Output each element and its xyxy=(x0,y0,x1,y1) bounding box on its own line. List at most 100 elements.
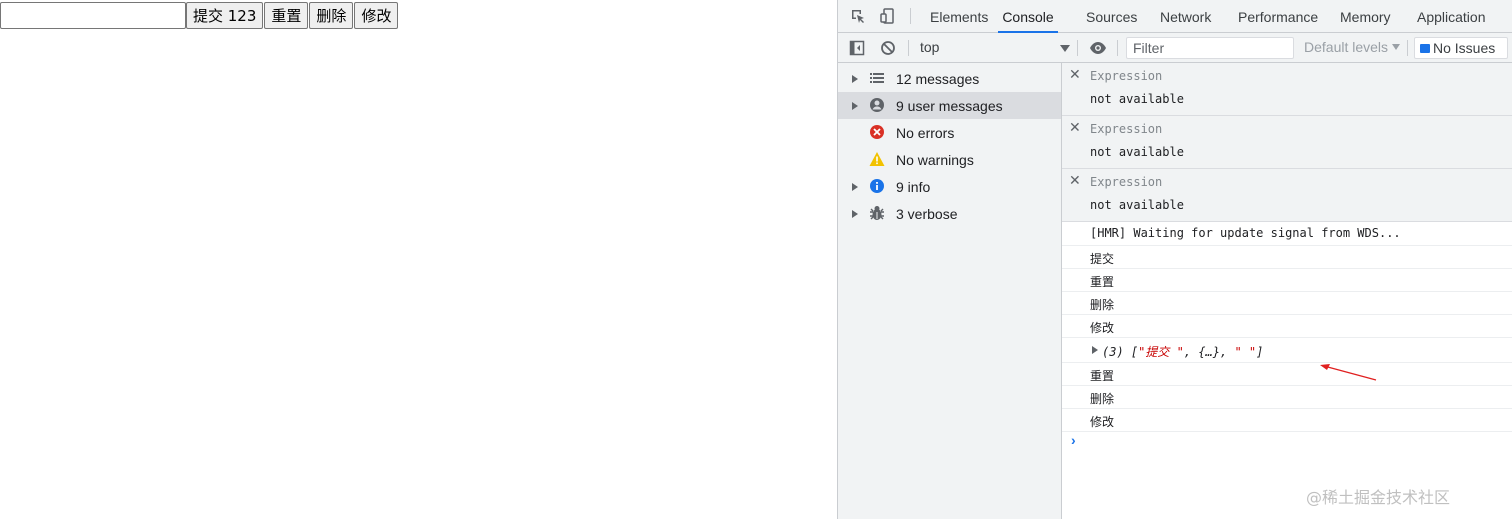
issues-button[interactable]: No Issues xyxy=(1414,37,1508,59)
expression-label[interactable]: Expression xyxy=(1090,122,1162,136)
tab-memory[interactable]: Memory xyxy=(1340,0,1391,33)
log-text: [HMR] Waiting for update signal from WDS… xyxy=(1090,226,1401,240)
live-expression: ✕ Expression not available xyxy=(1062,169,1512,222)
delete-button[interactable]: 删除 xyxy=(309,2,354,29)
console-log-row: 修改 xyxy=(1062,315,1512,338)
console-log-row-array[interactable]: (3) ["提交 ", {…}, " "] xyxy=(1062,338,1512,363)
console-log-row: 修改 xyxy=(1062,409,1512,432)
eye-icon[interactable] xyxy=(1089,40,1107,56)
warning-icon xyxy=(869,152,885,166)
tab-performance[interactable]: Performance xyxy=(1238,0,1318,33)
console-log-row: 重置 xyxy=(1062,363,1512,386)
sidebar-item-user-messages[interactable]: 9 user messages xyxy=(838,92,1061,119)
array-separator: , xyxy=(1219,345,1235,359)
console-prompt-icon[interactable]: › xyxy=(1071,432,1076,448)
tab-sources[interactable]: Sources xyxy=(1086,0,1137,33)
tab-application[interactable]: Application xyxy=(1417,0,1486,33)
issues-label: No Issues xyxy=(1433,40,1496,56)
annotation-arrow-icon xyxy=(1320,364,1377,381)
close-icon[interactable]: ✕ xyxy=(1069,119,1081,136)
live-expression: ✕ Expression not available xyxy=(1062,63,1512,116)
context-select[interactable]: top xyxy=(920,39,1070,57)
console-log-row: 提交 xyxy=(1062,246,1512,269)
expression-label[interactable]: Expression xyxy=(1090,69,1162,83)
bug-icon xyxy=(870,206,884,220)
log-text: 重置 xyxy=(1090,275,1115,289)
array-bracket: ] xyxy=(1256,345,1264,359)
error-icon xyxy=(870,125,884,139)
watermark: @稀土掘金技术社区 xyxy=(1306,488,1451,507)
sidebar-item-errors[interactable]: No errors xyxy=(838,119,1061,146)
toolbar-divider xyxy=(1407,40,1408,56)
console-sidebar: 12 messages 9 user messages No errors No… xyxy=(838,63,1062,519)
close-icon[interactable]: ✕ xyxy=(1069,172,1081,189)
chevron-down-icon xyxy=(1392,44,1401,50)
log-text: 重置 xyxy=(1090,369,1115,383)
array-length: (3) xyxy=(1102,345,1124,359)
toolbar-divider xyxy=(908,40,909,56)
log-levels-label: Default levels xyxy=(1304,39,1389,55)
devtools-tabbar: Elements Console Sources Network Perform… xyxy=(838,0,1512,33)
expression-value: not available xyxy=(1090,92,1184,106)
log-text: 修改 xyxy=(1090,415,1115,429)
log-text: 删除 xyxy=(1090,298,1115,312)
web-page: 提交 123 重置 删除 修改 xyxy=(0,0,838,519)
console-messages: ✕ Expression not available ✕ Expression … xyxy=(1062,63,1512,519)
sidebar-item-verbose[interactable]: 3 verbose xyxy=(838,200,1061,227)
console-toolbar: top Filter Default levels No Issues xyxy=(838,33,1512,63)
console-log-row: 删除 xyxy=(1062,292,1512,315)
sidebar-toggle-icon[interactable] xyxy=(849,40,865,56)
expression-label[interactable]: Expression xyxy=(1090,175,1162,189)
live-expression: ✕ Expression not available xyxy=(1062,116,1512,169)
edit-button[interactable]: 修改 xyxy=(354,2,399,29)
tab-console[interactable]: Console xyxy=(998,0,1058,33)
inspect-element-icon[interactable] xyxy=(850,8,866,24)
array-item: {…} xyxy=(1198,345,1220,359)
tabbar-divider xyxy=(910,8,911,24)
text-input[interactable] xyxy=(0,2,186,29)
log-text: 提交 xyxy=(1090,252,1115,266)
sidebar-item-messages[interactable]: 12 messages xyxy=(838,65,1061,92)
toolbar-divider xyxy=(1077,40,1078,56)
expand-triangle-icon[interactable] xyxy=(852,183,858,191)
toolbar-divider xyxy=(1117,40,1118,56)
devtools-panel: Elements Console Sources Network Perform… xyxy=(837,0,1512,519)
expression-value: not available xyxy=(1090,145,1184,159)
sidebar-item-label: 12 messages xyxy=(896,71,980,87)
filter-input[interactable]: Filter xyxy=(1126,37,1294,59)
sidebar-item-label: 3 verbose xyxy=(896,206,958,222)
chevron-down-icon xyxy=(1060,45,1070,52)
form-row: 提交 123 重置 删除 修改 xyxy=(0,2,399,29)
tab-elements[interactable]: Elements xyxy=(930,0,988,33)
array-item: " " xyxy=(1234,345,1257,359)
array-preview[interactable]: (3) ["提交 ", {…}, " "] xyxy=(1102,343,1263,360)
expression-value: not available xyxy=(1090,198,1184,212)
info-icon xyxy=(870,179,884,193)
reset-button[interactable]: 重置 xyxy=(264,2,309,29)
log-text: 删除 xyxy=(1090,392,1115,406)
console-log-row: [HMR] Waiting for update signal from WDS… xyxy=(1062,222,1512,246)
console-log-row: 删除 xyxy=(1062,386,1512,409)
message-icon xyxy=(1420,44,1430,53)
clear-console-icon[interactable] xyxy=(880,40,896,56)
list-icon xyxy=(870,73,884,83)
console-log-row: 重置 xyxy=(1062,269,1512,292)
array-separator: , xyxy=(1183,345,1199,359)
device-toolbar-icon[interactable] xyxy=(880,8,896,24)
expand-triangle-icon[interactable] xyxy=(852,102,858,110)
expand-triangle-icon[interactable] xyxy=(852,210,858,218)
sidebar-item-info[interactable]: 9 info xyxy=(838,173,1061,200)
sidebar-item-label: 9 user messages xyxy=(896,98,1003,114)
sidebar-item-label: No errors xyxy=(896,125,955,141)
submit-button[interactable]: 提交 123 xyxy=(186,2,264,29)
expand-triangle-icon[interactable] xyxy=(1092,346,1098,354)
sidebar-item-label: No warnings xyxy=(896,152,974,168)
tab-network[interactable]: Network xyxy=(1160,0,1211,33)
sidebar-item-label: 9 info xyxy=(896,179,931,195)
sidebar-item-warnings[interactable]: No warnings xyxy=(838,146,1061,173)
close-icon[interactable]: ✕ xyxy=(1069,66,1081,83)
expand-triangle-icon[interactable] xyxy=(852,75,858,83)
log-text: 修改 xyxy=(1090,321,1115,335)
log-levels-dropdown[interactable]: Default levels xyxy=(1304,39,1401,55)
context-value: top xyxy=(920,39,940,55)
